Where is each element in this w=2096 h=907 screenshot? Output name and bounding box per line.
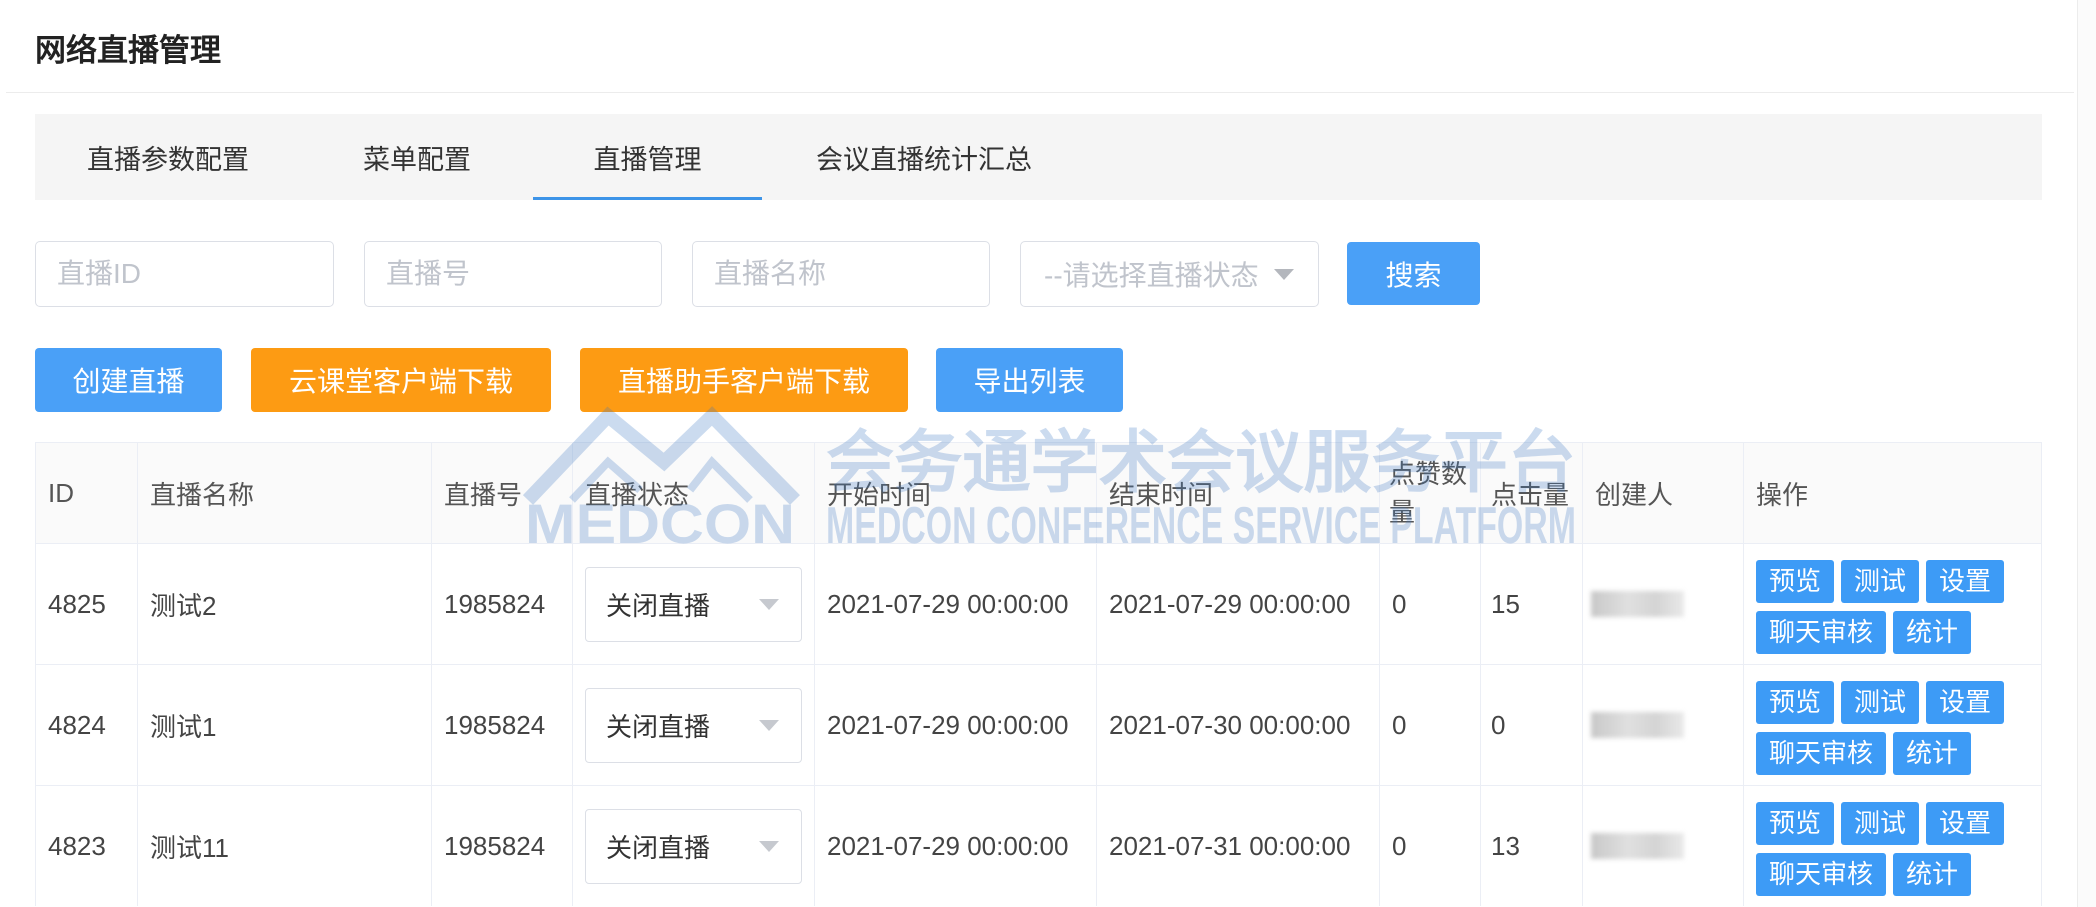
creator-name-blurred xyxy=(1591,712,1684,738)
cell-creator xyxy=(1583,544,1744,664)
preview-button[interactable]: 预览 xyxy=(1756,802,1835,845)
tab-menu-config[interactable]: 菜单配置 xyxy=(301,114,533,200)
cell-status: 关闭直播 xyxy=(573,786,815,906)
live-assistant-download-button[interactable]: 直播助手客户端下载 xyxy=(580,348,908,412)
caret-down-icon xyxy=(759,720,779,731)
tab-live-statistics[interactable]: 会议直播统计汇总 xyxy=(762,114,1086,200)
create-live-button[interactable]: 创建直播 xyxy=(35,348,222,412)
cell-id: 4825 xyxy=(35,544,138,664)
caret-down-icon xyxy=(1274,269,1294,280)
col-header-actions: 操作 xyxy=(1744,443,2042,543)
status-select[interactable]: 关闭直播 xyxy=(585,808,802,884)
caret-down-icon xyxy=(759,599,779,610)
cell-id: 4824 xyxy=(35,665,138,785)
header-divider xyxy=(6,92,2074,93)
cell-likes: 0 xyxy=(1380,786,1481,906)
cell-actions: 预览 测试 设置 聊天审核 统计 xyxy=(1744,544,2042,664)
col-header-likes: 点赞数量 xyxy=(1380,443,1481,543)
col-header-creator: 创建人 xyxy=(1583,443,1744,543)
cell-status: 关闭直播 xyxy=(573,544,815,664)
cell-name: 测试1 xyxy=(138,665,432,785)
tab-label: 直播管理 xyxy=(593,144,702,175)
row-actions: 预览 测试 设置 聊天审核 统计 xyxy=(1756,681,2029,775)
cell-status: 关闭直播 xyxy=(573,665,815,785)
col-header-id: ID xyxy=(35,443,138,543)
col-header-clicks: 点击量 xyxy=(1481,443,1583,543)
row-actions: 预览 测试 设置 聊天审核 统计 xyxy=(1756,802,2029,896)
live-status-select[interactable]: --请选择直播状态 xyxy=(1020,241,1319,307)
page-title: 网络直播管理 xyxy=(35,33,221,68)
select-placeholder: --请选择直播状态 xyxy=(1044,260,1259,291)
cell-likes: 0 xyxy=(1380,665,1481,785)
cell-start-time: 2021-07-29 00:00:00 xyxy=(815,665,1097,785)
settings-button[interactable]: 设置 xyxy=(1926,560,2005,603)
test-button[interactable]: 测试 xyxy=(1841,560,1920,603)
cell-name: 测试11 xyxy=(138,786,432,906)
cell-actions: 预览 测试 设置 聊天审核 统计 xyxy=(1744,786,2042,906)
cell-creator xyxy=(1583,786,1744,906)
cell-start-time: 2021-07-29 00:00:00 xyxy=(815,544,1097,664)
table-row: 4823 测试11 1985824 关闭直播 2021-07-29 00:00:… xyxy=(35,785,2042,906)
status-value: 关闭直播 xyxy=(606,832,711,863)
col-header-start-time: 开始时间 xyxy=(815,443,1097,543)
status-select[interactable]: 关闭直播 xyxy=(585,566,802,642)
live-table: ID 直播名称 直播号 直播状态 开始时间 结束时间 点赞数量 点击量 创建人 … xyxy=(35,442,2042,906)
cell-end-time: 2021-07-31 00:00:00 xyxy=(1097,786,1380,906)
tab-live-params[interactable]: 直播参数配置 xyxy=(35,114,301,200)
status-value: 关闭直播 xyxy=(606,590,711,621)
statistics-button[interactable]: 统计 xyxy=(1893,732,1972,775)
cell-end-time: 2021-07-30 00:00:00 xyxy=(1097,665,1380,785)
col-header-live-number: 直播号 xyxy=(432,443,573,543)
live-id-input[interactable] xyxy=(35,241,334,307)
vertical-scrollbar[interactable] xyxy=(2077,0,2096,907)
status-value: 关闭直播 xyxy=(606,711,711,742)
status-select[interactable]: 关闭直播 xyxy=(585,687,802,763)
col-header-status: 直播状态 xyxy=(573,443,815,543)
cell-likes: 0 xyxy=(1380,544,1481,664)
cell-creator xyxy=(1583,665,1744,785)
cell-clicks: 15 xyxy=(1481,544,1583,664)
settings-button[interactable]: 设置 xyxy=(1926,681,2005,724)
cloud-classroom-download-button[interactable]: 云课堂客户端下载 xyxy=(251,348,551,412)
tab-label: 直播参数配置 xyxy=(87,144,249,175)
creator-name-blurred xyxy=(1591,591,1684,617)
caret-down-icon xyxy=(759,841,779,852)
chat-review-button[interactable]: 聊天审核 xyxy=(1756,853,1887,896)
live-name-input[interactable] xyxy=(692,241,990,307)
cell-live-number: 1985824 xyxy=(432,786,573,906)
tab-live-management[interactable]: 直播管理 xyxy=(533,114,762,200)
table-row: 4825 测试2 1985824 关闭直播 2021-07-29 00:00:0… xyxy=(35,543,2042,664)
chat-review-button[interactable]: 聊天审核 xyxy=(1756,732,1887,775)
app-root: 网络直播管理 直播参数配置 菜单配置 直播管理 会议直播统计汇总 --请选择直播… xyxy=(0,0,2096,907)
tab-bar: 直播参数配置 菜单配置 直播管理 会议直播统计汇总 xyxy=(35,114,2042,200)
creator-name-blurred xyxy=(1591,833,1684,859)
cell-start-time: 2021-07-29 00:00:00 xyxy=(815,786,1097,906)
col-header-end-time: 结束时间 xyxy=(1097,443,1380,543)
live-number-input[interactable] xyxy=(364,241,662,307)
search-button[interactable]: 搜索 xyxy=(1347,242,1480,305)
cell-end-time: 2021-07-29 00:00:00 xyxy=(1097,544,1380,664)
export-list-button[interactable]: 导出列表 xyxy=(936,348,1123,412)
row-actions: 预览 测试 设置 聊天审核 统计 xyxy=(1756,560,2029,654)
col-header-name: 直播名称 xyxy=(138,443,432,543)
table-header-row: ID 直播名称 直播号 直播状态 开始时间 结束时间 点赞数量 点击量 创建人 … xyxy=(35,442,2042,543)
cell-clicks: 0 xyxy=(1481,665,1583,785)
statistics-button[interactable]: 统计 xyxy=(1893,853,1972,896)
cell-name: 测试2 xyxy=(138,544,432,664)
settings-button[interactable]: 设置 xyxy=(1926,802,2005,845)
cell-live-number: 1985824 xyxy=(432,544,573,664)
tab-label: 菜单配置 xyxy=(363,144,471,175)
tab-label: 会议直播统计汇总 xyxy=(816,144,1032,175)
cell-actions: 预览 测试 设置 聊天审核 统计 xyxy=(1744,665,2042,785)
test-button[interactable]: 测试 xyxy=(1841,681,1920,724)
statistics-button[interactable]: 统计 xyxy=(1893,611,1972,654)
table-row: 4824 测试1 1985824 关闭直播 2021-07-29 00:00:0… xyxy=(35,664,2042,785)
cell-clicks: 13 xyxy=(1481,786,1583,906)
cell-live-number: 1985824 xyxy=(432,665,573,785)
preview-button[interactable]: 预览 xyxy=(1756,681,1835,724)
chat-review-button[interactable]: 聊天审核 xyxy=(1756,611,1887,654)
cell-id: 4823 xyxy=(35,786,138,906)
preview-button[interactable]: 预览 xyxy=(1756,560,1835,603)
test-button[interactable]: 测试 xyxy=(1841,802,1920,845)
